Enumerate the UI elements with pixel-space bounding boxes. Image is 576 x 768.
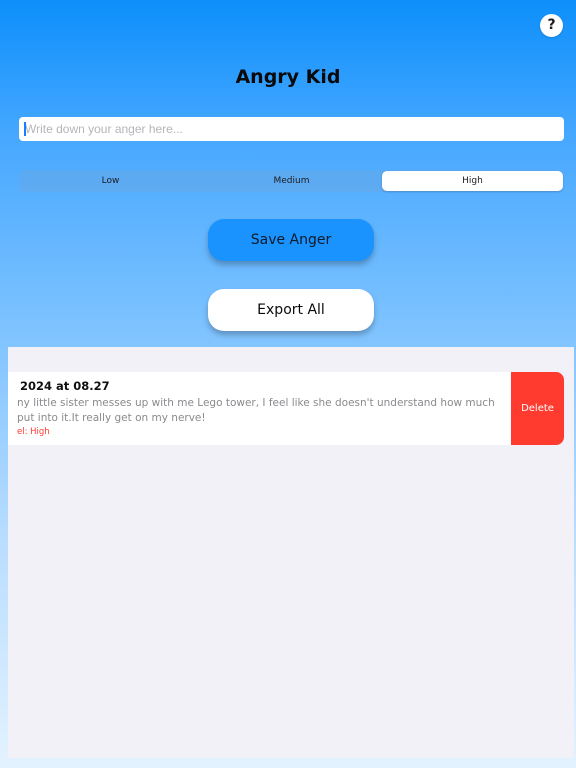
- level-option-medium[interactable]: Medium: [201, 171, 382, 191]
- page-title: Angry Kid: [235, 66, 341, 88]
- entry-text-line: ny little sister messes up with me Lego …: [17, 397, 495, 409]
- anger-entries-list[interactable]: 2024 at 08.27 ny little sister messes up…: [8, 347, 574, 758]
- entry-content[interactable]: 2024 at 08.27 ny little sister messes up…: [8, 372, 511, 445]
- level-option-high[interactable]: High: [382, 171, 563, 191]
- list-item[interactable]: 2024 at 08.27 ny little sister messes up…: [8, 372, 564, 445]
- entry-text-line: put into it.It really get on my nerve!: [17, 412, 206, 424]
- level-option-low[interactable]: Low: [20, 171, 201, 191]
- export-all-button[interactable]: Export All: [208, 289, 374, 331]
- question-mark-icon: ?: [547, 17, 556, 33]
- save-anger-button[interactable]: Save Anger: [208, 219, 374, 261]
- help-button[interactable]: ?: [540, 14, 563, 37]
- anger-input[interactable]: [19, 117, 564, 141]
- anger-level-selector[interactable]: Low Medium High: [19, 170, 564, 192]
- delete-button[interactable]: Delete: [511, 372, 564, 445]
- text-caret: [24, 122, 26, 136]
- entry-date: 2024 at 08.27: [20, 379, 110, 393]
- app-screen: { "header": { "help_label": "?", "title"…: [0, 0, 576, 768]
- entry-text: ny little sister messes up with me Lego …: [17, 396, 505, 426]
- entry-level-label: el: High: [17, 427, 50, 437]
